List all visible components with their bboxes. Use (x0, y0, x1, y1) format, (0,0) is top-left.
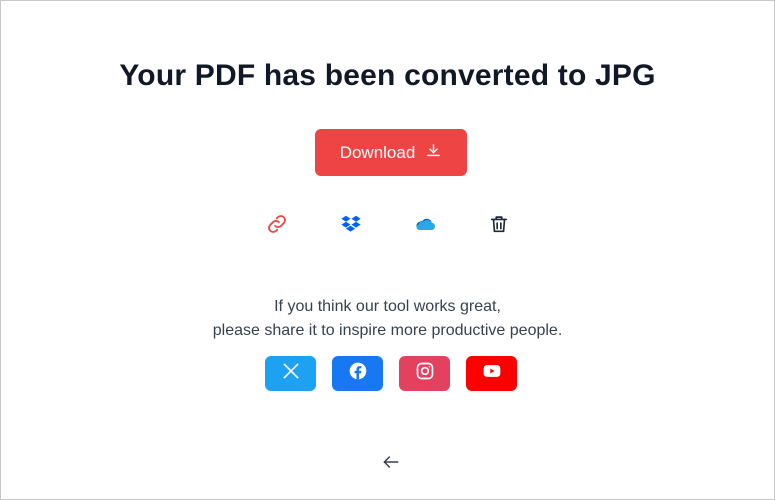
dropbox-button[interactable] (338, 213, 364, 239)
share-facebook-button[interactable] (332, 356, 383, 391)
youtube-icon (482, 361, 502, 386)
page-title: Your PDF has been converted to JPG (119, 59, 656, 92)
facebook-icon (348, 361, 368, 386)
social-row (265, 356, 517, 391)
share-youtube-button[interactable] (466, 356, 517, 391)
page-frame: Your PDF has been converted to JPG Downl… (0, 0, 775, 500)
delete-button[interactable] (486, 213, 512, 239)
instagram-icon (415, 361, 435, 386)
share-instagram-button[interactable] (399, 356, 450, 391)
arrow-left-icon (381, 452, 401, 477)
onedrive-button[interactable] (412, 213, 438, 239)
download-button[interactable]: Download (315, 129, 467, 176)
link-icon (266, 213, 288, 240)
dropbox-icon (340, 213, 362, 240)
share-x-button[interactable] (265, 356, 316, 391)
download-icon (425, 142, 442, 164)
share-line-1: If you think our tool works great, (274, 298, 501, 315)
x-icon (281, 361, 301, 386)
action-row (1, 213, 774, 239)
share-message: If you think our tool works great, pleas… (1, 295, 774, 343)
trash-icon (488, 213, 510, 240)
onedrive-icon (414, 213, 436, 240)
copy-link-button[interactable] (264, 213, 290, 239)
share-line-2: please share it to inspire more producti… (212, 322, 563, 339)
back-button[interactable] (379, 453, 403, 475)
download-label: Download (339, 142, 416, 162)
